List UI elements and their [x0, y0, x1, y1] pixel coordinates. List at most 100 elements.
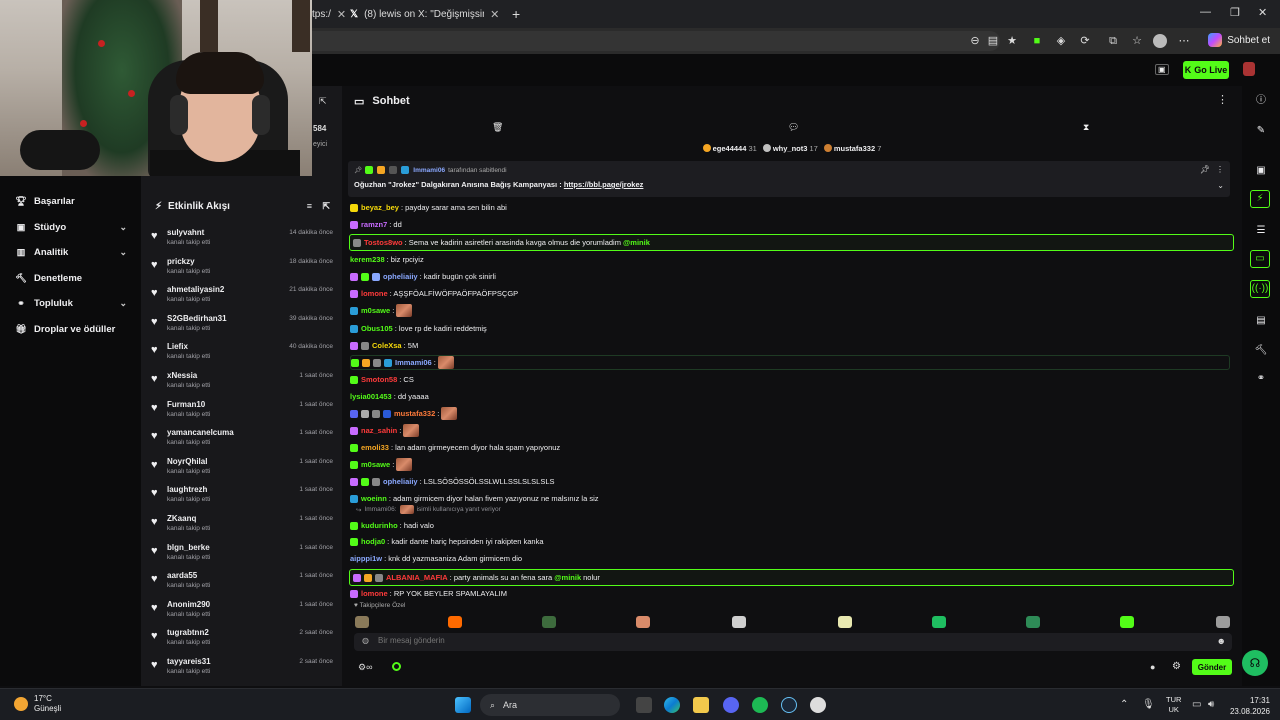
activity-feed-item[interactable]: ♥ Liefix kanalı takip etti 40 dakika önce — [149, 340, 339, 368]
emote-button[interactable] — [636, 616, 650, 628]
top-gifter[interactable]: ege44444 31 — [702, 143, 757, 153]
chat-message[interactable]: m0sawe: — [350, 303, 1230, 318]
windows-start-icon[interactable] — [455, 697, 471, 713]
chat-message[interactable]: Tostos8wo: Sema ve kadirin asiretleri ar… — [349, 234, 1234, 251]
list-icon[interactable]: ☰ — [1254, 224, 1268, 238]
popout-icon[interactable]: ⇱ — [319, 96, 327, 107]
activity-feed-item[interactable]: ♥ tugrabtnn2 kanalı takip etti 2 saat önce — [149, 626, 339, 654]
chat-message[interactable]: Obus105: love rp de kadiri reddetmiş — [350, 321, 1230, 336]
chat-message[interactable]: lysia001453: dd yaaaa — [350, 389, 1230, 404]
chat-message[interactable]: kudurinho: hadi valo — [350, 518, 1230, 533]
chat-username[interactable]: mustafa332 — [394, 409, 435, 418]
chat-message[interactable]: woeinn: adam girmicem diyor halan fivem … — [350, 491, 1230, 506]
activity-feed-item[interactable]: ♥ yamancanelcuma kanalı takip etti 1 saat ö… — [149, 426, 339, 454]
user-avatar[interactable] — [1243, 62, 1255, 76]
activity-feed-item[interactable]: ♥ xNessia kanalı takip etti 1 saat önce — [149, 369, 339, 397]
activity-feed-item[interactable]: ♥ Anonim290 kanalı takip etti 1 saat önce — [149, 598, 339, 626]
activity-feed-item[interactable]: ♥ NoyrQhilal kanalı takip etti 1 saat önce — [149, 455, 339, 483]
chat-username[interactable]: emoli33 — [361, 443, 389, 452]
microphone-icon[interactable]: 🎙︎ — [1142, 699, 1155, 710]
emote-button[interactable] — [732, 616, 746, 628]
chat-message[interactable]: Immami06: — [350, 355, 1230, 370]
chat-message[interactable]: kerem238: biz rpciyiz — [350, 252, 1230, 267]
activity-feed-item[interactable]: ♥ blgn_berke kanalı takip etti 1 saat önce — [149, 541, 339, 569]
taskbar-search[interactable]: ⌕ Ara — [480, 694, 620, 716]
chat-username[interactable]: naz_sahin — [361, 426, 397, 435]
extension-icon[interactable]: ■ — [1030, 34, 1044, 48]
chat-message[interactable]: mustafa332: — [350, 406, 1230, 421]
sidebar-item-analytics[interactable]: ▥ Analitik ⌄ — [16, 242, 131, 262]
chat-username[interactable]: woeinn — [361, 494, 387, 503]
chat-username[interactable]: hodja0 — [361, 537, 385, 546]
pin-icon[interactable]: 📌︎ — [1200, 165, 1210, 174]
steam-icon[interactable] — [781, 697, 797, 713]
maximize-icon[interactable]: ❐ — [1230, 6, 1240, 19]
chat-username[interactable]: opheliaiiy — [383, 477, 418, 486]
chat-username[interactable]: lomone — [361, 289, 388, 298]
extension-icon-2[interactable]: ◈ — [1054, 34, 1068, 48]
emote-button[interactable] — [355, 616, 369, 628]
hourglass-icon[interactable]: ⧗ — [1083, 122, 1089, 133]
mention[interactable]: @minik — [623, 238, 650, 247]
app-icon[interactable] — [810, 697, 826, 713]
chat-username[interactable]: m0sawe — [361, 306, 390, 315]
discord-icon[interactable] — [723, 697, 739, 713]
settings-gear-icon[interactable]: ⚙︎ — [1172, 661, 1181, 672]
chat-message[interactable]: beyaz_bey: payday sarar ama sen bilin ab… — [350, 200, 1230, 215]
reader-icon[interactable]: ▤ — [986, 34, 1000, 48]
hammer-icon[interactable]: 🔨︎ — [1254, 344, 1268, 358]
studio-icon[interactable]: ▣ — [1155, 64, 1169, 75]
emote-button[interactable] — [1120, 616, 1134, 628]
chat-username[interactable]: Obus105 — [361, 324, 393, 333]
chat-username[interactable]: Immami06 — [395, 358, 432, 367]
tools-icon[interactable]: ⚙︎∞ — [358, 662, 372, 673]
chat-input[interactable] — [378, 636, 1178, 645]
system-clock[interactable]: 17:31 23.08.2026 — [1230, 695, 1270, 717]
chat-message[interactable]: m0sawe: — [350, 457, 1230, 472]
spotify-icon[interactable] — [752, 697, 768, 713]
chat-username[interactable]: m0sawe — [361, 460, 390, 469]
chat-username[interactable]: opheliaiiy — [383, 272, 418, 281]
activity-feed-item[interactable]: ♥ ZKaanq kanalı takip etti 1 saat önce — [149, 512, 339, 540]
task-view-icon[interactable] — [636, 697, 652, 713]
activity-feed-item[interactable]: ♥ aarda55 kanalı takip etti 1 saat önce — [149, 569, 339, 597]
sidebar-item-studio[interactable]: ▣ Stüdyo ⌄ — [16, 217, 131, 237]
activity-feed-item[interactable]: ♥ tayyareis31 kanalı takip etti 2 saat önce — [149, 655, 339, 683]
browser-tab-1[interactable]: tps:/ ✕ — [312, 4, 346, 24]
emoji-icon[interactable]: ☻ — [1217, 636, 1226, 646]
chat-username[interactable]: kerem238 — [350, 255, 385, 264]
status-icon[interactable] — [392, 662, 401, 671]
more-vertical-icon[interactable]: ⋮ — [1216, 165, 1224, 174]
volume-icon[interactable]: 🔊︎ — [1208, 699, 1214, 710]
chat-icon[interactable]: ▭ — [1250, 250, 1270, 268]
chat-input-box[interactable]: ◍ ☻ — [354, 633, 1232, 651]
chat-username[interactable]: beyaz_bey — [361, 203, 399, 212]
weather-widget[interactable]: 17°C Güneşli — [14, 694, 61, 714]
broadcast-icon[interactable]: ((·)) — [1250, 280, 1270, 298]
sidebar-item-community[interactable]: ⚭ Topluluk ⌄ — [16, 293, 131, 313]
chat-message[interactable]: aipppi1w: knk dd yazmasaniza Adam girmic… — [350, 551, 1230, 566]
chat-message[interactable]: ALBANIA_MAFIA: party animals su an fena … — [349, 569, 1234, 586]
emote-button[interactable] — [1026, 616, 1040, 628]
chat-username[interactable]: lysia001453 — [350, 392, 392, 401]
activity-feed-item[interactable]: ♥ laughtrezh kanalı takip etti 1 saat önce — [149, 483, 339, 511]
copilot-button[interactable]: Sohbet et — [1208, 33, 1270, 47]
send-button[interactable]: Gönder — [1192, 659, 1232, 675]
emote-button[interactable] — [1216, 616, 1230, 628]
more-vertical-icon[interactable]: ⋮ — [1217, 93, 1228, 106]
pinned-link[interactable]: https://bbl.page/jrokez — [564, 180, 644, 189]
chat-bubble-icon[interactable]: ● — [1150, 662, 1155, 672]
top-gifter[interactable]: mustafa332 7 — [823, 143, 881, 153]
favorite-star-icon[interactable]: ★ — [1005, 34, 1019, 48]
language-indicator[interactable]: TUR UK — [1166, 695, 1181, 715]
chat-message[interactable]: lomone: RP YOK BEYLER SPAMLAYALIM — [350, 586, 1230, 601]
community-icon[interactable]: ⚭ — [1254, 372, 1268, 386]
mention[interactable]: @minik — [554, 573, 581, 582]
chat-username[interactable]: kudurinho — [361, 521, 398, 530]
sidebar-item-moderation[interactable]: 🔨︎ Denetleme — [15, 268, 131, 288]
chat-username[interactable]: aipppi1w — [350, 554, 382, 563]
new-tab-button[interactable]: + — [512, 4, 526, 24]
chat-username[interactable]: ramzn7 — [361, 220, 387, 229]
close-window-icon[interactable]: ✕ — [1258, 6, 1267, 19]
activity-feed-item[interactable]: ♥ S2GBedirhan31 kanalı takip etti 39 dakika… — [149, 312, 339, 340]
